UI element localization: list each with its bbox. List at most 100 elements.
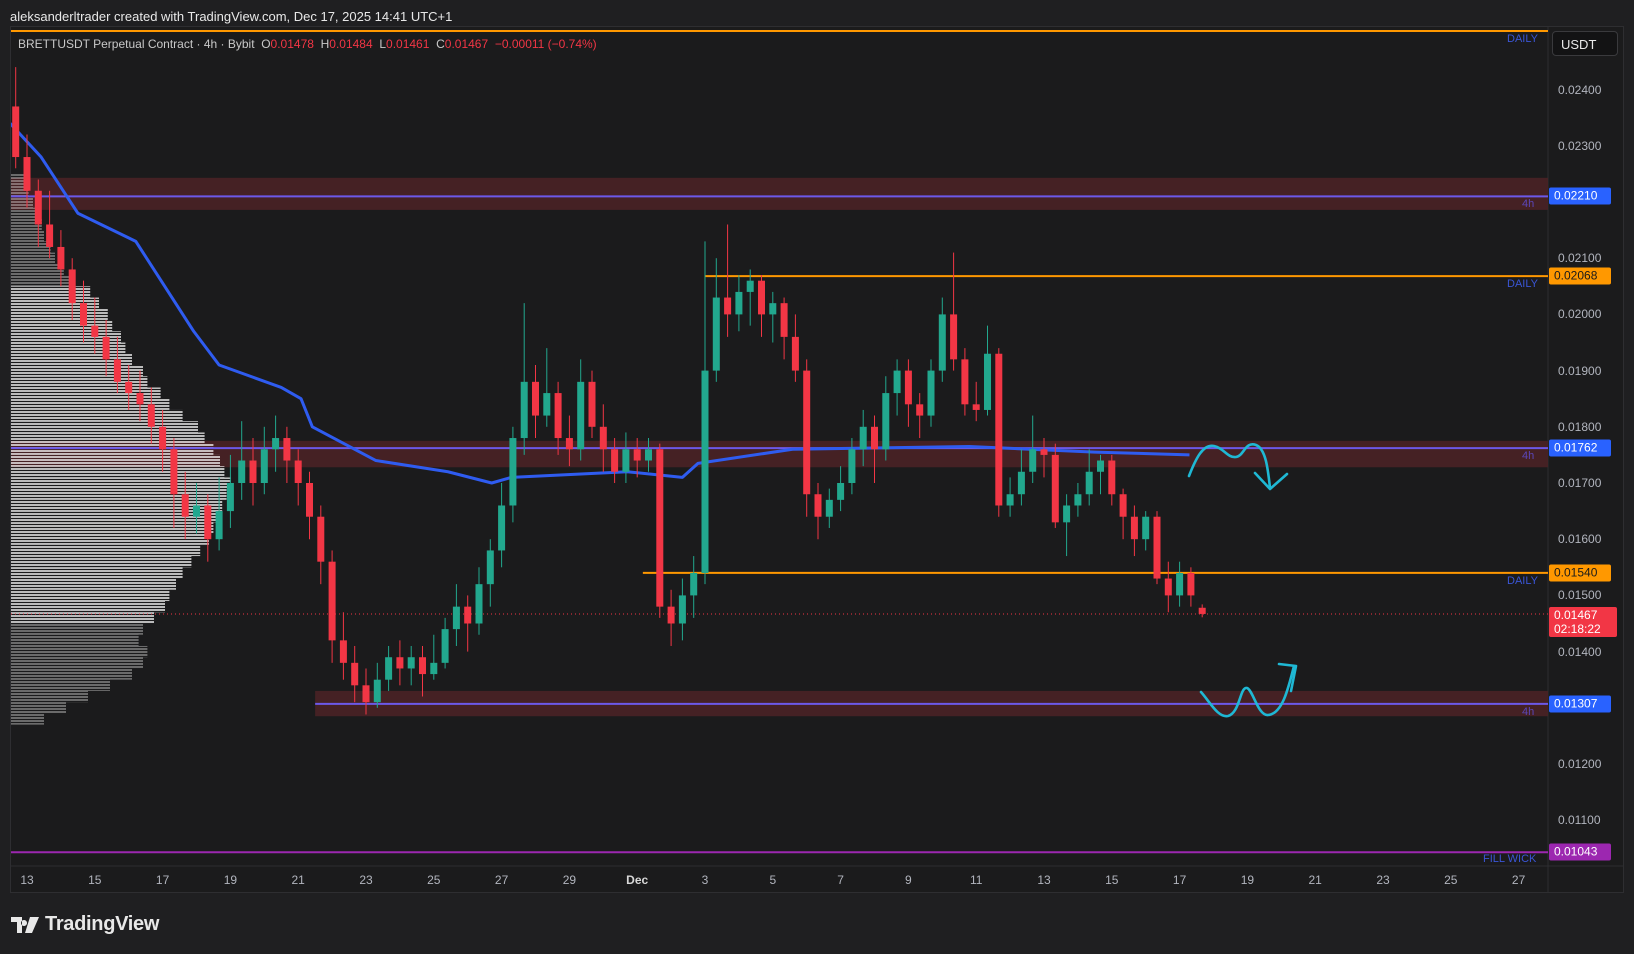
time-tick: 5	[769, 873, 777, 887]
volume-profile-bar	[11, 252, 55, 264]
candle-body	[916, 404, 924, 416]
candle-body	[317, 516, 325, 562]
volume-profile-bar	[11, 589, 170, 602]
candle-body	[1017, 471, 1025, 495]
candle-body	[972, 404, 980, 410]
candle-body	[859, 426, 867, 450]
volume-profile-bar	[11, 533, 209, 545]
candle-body	[339, 640, 347, 663]
price-tick: 0.02300	[1558, 138, 1602, 153]
volume-profile-bar	[11, 657, 143, 669]
candle-body	[226, 483, 234, 512]
candle-body	[260, 449, 268, 483]
volume-profile-bar	[11, 690, 88, 703]
candle-body	[419, 657, 426, 675]
time-tick: 13	[20, 873, 34, 887]
price-tick: 0.02000	[1558, 307, 1602, 322]
candle-body	[803, 370, 811, 495]
candle-body	[91, 325, 99, 337]
time-tick: 11	[969, 873, 983, 887]
candle-body	[136, 393, 144, 405]
chart-canvas[interactable]	[0, 0, 1634, 954]
candle-body	[599, 426, 607, 450]
tradingview-logo-icon	[11, 916, 39, 933]
volume-profile-bar	[11, 702, 66, 714]
candle-body	[1074, 494, 1082, 506]
candle-body	[509, 438, 517, 506]
candle-body	[498, 505, 506, 551]
candle-body	[1153, 516, 1161, 579]
price-tick: 0.01800	[1558, 419, 1602, 434]
candle-body	[543, 393, 551, 416]
candle-body	[373, 679, 381, 703]
candle-body	[385, 657, 393, 680]
time-tick: 25	[427, 873, 441, 887]
candle-body	[362, 685, 370, 703]
volume-profile-bar	[11, 645, 148, 658]
candle-body	[791, 336, 799, 371]
candle-body	[667, 606, 675, 624]
candle-body	[701, 370, 709, 573]
symbol-legend[interactable]: BRETTUSDT Perpetual Contract · 4h · Bybi…	[18, 37, 597, 51]
volume-profile-bar	[11, 544, 201, 557]
candle-body	[34, 190, 42, 225]
candle-body	[57, 246, 65, 270]
time-tick: 23	[359, 873, 373, 887]
candle-body	[690, 572, 698, 596]
candle-body	[181, 494, 189, 517]
candle-body	[464, 606, 472, 624]
time-tick: 19	[223, 873, 238, 887]
candle-body	[554, 393, 562, 439]
time-tick: 9	[905, 873, 912, 887]
tradingview-logo[interactable]: TradingView	[11, 913, 159, 936]
candle-body	[396, 657, 404, 669]
volume-profile-bar	[11, 207, 38, 219]
candle-body	[882, 393, 890, 450]
price-label-daily: 0.02068	[1549, 267, 1611, 285]
candle-body	[1198, 607, 1206, 614]
price-tick: 0.01600	[1558, 532, 1602, 547]
candle-body	[1006, 494, 1014, 506]
timeframe-tag: DAILY	[1507, 574, 1538, 587]
volume-profile-bar	[11, 443, 214, 455]
volume-profile-bar	[11, 578, 176, 590]
volume-profile-bar	[11, 556, 192, 568]
candle-body	[1176, 572, 1184, 596]
candle-body	[68, 269, 76, 304]
time-tick: 21	[1308, 873, 1322, 887]
candle-body	[904, 370, 912, 405]
close-value: 0.01467	[444, 37, 489, 51]
volume-profile	[11, 173, 231, 725]
timeframe-tag: 4h	[1522, 450, 1535, 463]
candle-body	[193, 505, 200, 517]
candle-body	[961, 359, 969, 405]
volume-profile-bar	[11, 679, 110, 691]
volume-profile-bar	[11, 230, 44, 242]
volume-profile-bar	[11, 601, 165, 613]
candle-body	[984, 353, 991, 410]
candle-body	[837, 483, 845, 500]
open-value: 0.01478	[270, 37, 314, 51]
high-value: 0.01484	[329, 37, 373, 51]
candle-body	[125, 381, 133, 394]
symbol-title: BRETTUSDT Perpetual Contract · 4h · Bybi…	[18, 37, 255, 51]
time-tick: 7	[837, 873, 844, 887]
timeframe-tag: FILL WICK	[1483, 853, 1537, 866]
candle-body	[1040, 449, 1048, 455]
candle-body	[678, 595, 686, 624]
volume-profile-bar	[11, 432, 205, 444]
volume-profile-bar	[11, 522, 214, 534]
currency-button[interactable]: USDT	[1552, 31, 1618, 56]
drawing-layer[interactable]	[1187, 443, 1298, 718]
arrowhead-down-icon	[1253, 471, 1289, 491]
volume-profile-bar	[11, 466, 225, 478]
volume-profile-bar	[11, 713, 44, 725]
candle-body	[656, 449, 664, 607]
current-price-value: 0.01467	[1554, 607, 1598, 622]
time-tick: 17	[1172, 873, 1187, 887]
current-price-label: 0.01467 02:18:22	[1549, 606, 1617, 637]
candle-countdown: 02:18:22	[1554, 621, 1601, 636]
volume-profile-bar	[11, 409, 183, 422]
low-value: 0.01461	[386, 37, 430, 51]
candle-body	[430, 662, 438, 675]
